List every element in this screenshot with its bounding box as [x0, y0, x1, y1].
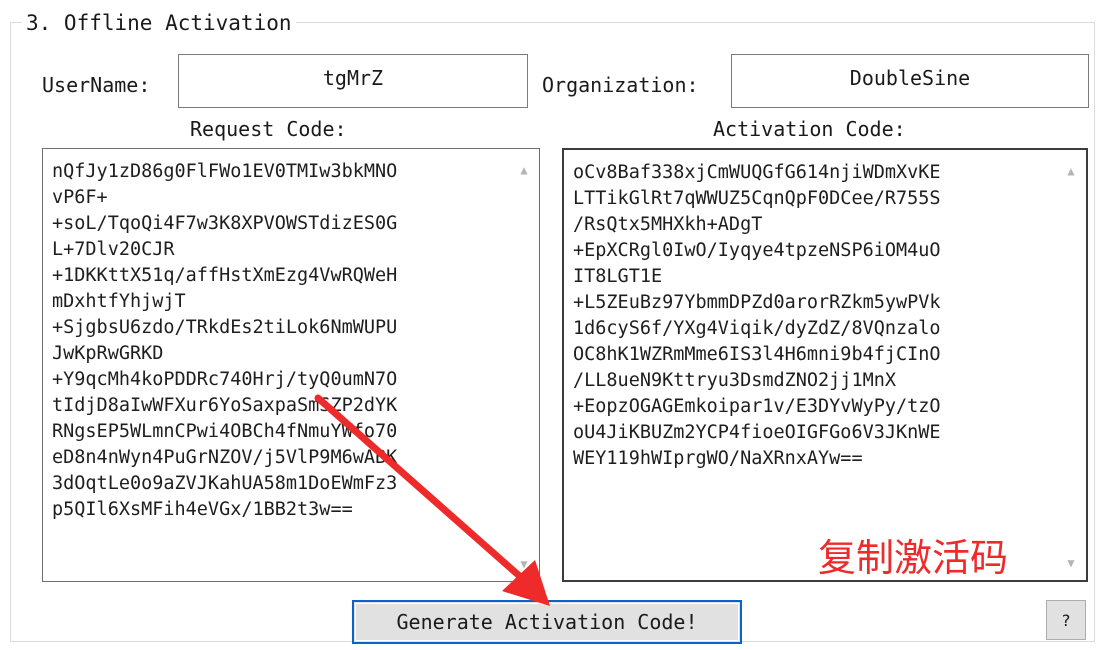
- organization-field[interactable]: DoubleSine: [731, 54, 1089, 108]
- scroll-down-icon[interactable]: ▼: [1062, 556, 1080, 570]
- activation-code-label: Activation Code:: [713, 117, 906, 141]
- username-label: UserName:: [42, 73, 151, 97]
- scroll-up-icon[interactable]: ▲: [515, 163, 533, 177]
- scroll-down-icon[interactable]: ▼: [515, 557, 533, 571]
- scroll-up-icon[interactable]: ▲: [1062, 164, 1080, 178]
- organization-label: Organization:: [542, 73, 699, 97]
- request-code-text: nQfJy1zD86g0FlFWo1EV0TMIw3bkMNO vP6F+ +s…: [52, 161, 398, 520]
- activation-code-text: oCv8Baf338xjCmWUQGfG614njiWDmXvKE LTTikG…: [573, 162, 941, 469]
- generate-activation-code-button[interactable]: Generate Activation Code!: [352, 600, 742, 644]
- request-code-label: Request Code:: [190, 117, 347, 141]
- activation-code-textarea[interactable]: oCv8Baf338xjCmWUQGfG614njiWDmXvKE LTTikG…: [562, 148, 1088, 582]
- username-field[interactable]: tgMrZ: [178, 54, 528, 108]
- request-code-textarea[interactable]: nQfJy1zD86g0FlFWo1EV0TMIw3bkMNO vP6F+ +s…: [42, 148, 540, 582]
- help-button[interactable]: ?: [1046, 600, 1086, 640]
- copy-activation-code-annotation: 复制激活码: [818, 536, 1009, 580]
- group-title: 3. Offline Activation: [22, 10, 296, 36]
